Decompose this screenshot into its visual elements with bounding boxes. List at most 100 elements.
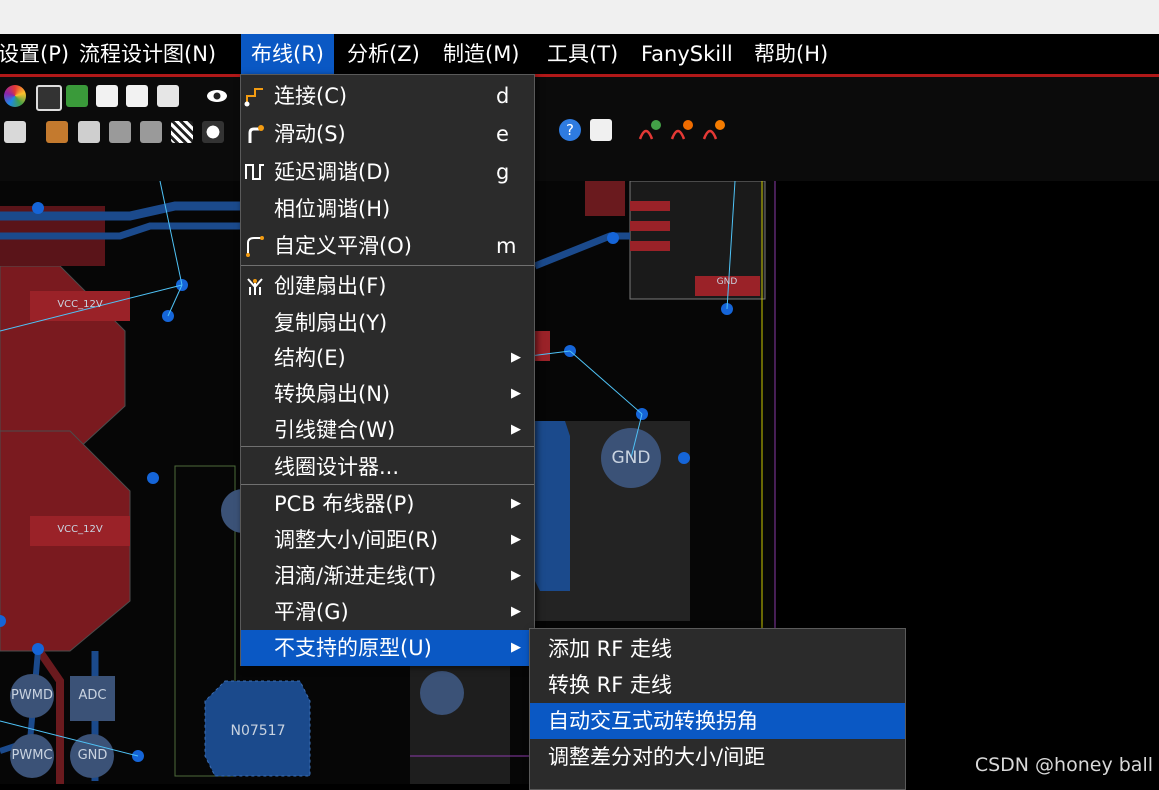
fanout-icon (247, 278, 263, 295)
adc-label: ADC (78, 688, 107, 703)
settings-report-icon[interactable] (157, 85, 179, 107)
submenu-add-rf-trace[interactable]: 添加 RF 走线 (530, 631, 905, 667)
convert-rf-trace-label: 转换 RF 走线 (548, 673, 673, 697)
menu-flow-design[interactable]: 流程设计图(N) (69, 34, 226, 74)
route-menu-structure[interactable]: 结构(E) ▶ (241, 340, 534, 376)
prototype-submenu: 添加 RF 走线 转换 RF 走线 自动交互式动转换拐角 调整差分对的大小/间距 (529, 628, 906, 790)
n07517-label: N07517 (230, 723, 286, 739)
submenu-arrow-icon: ▶ (511, 386, 521, 401)
toolbar: ? (0, 77, 1159, 181)
submenu-arrow-icon: ▶ (511, 568, 521, 583)
toolbar-row-2: ? (0, 115, 1159, 149)
add-rf-icon[interactable] (638, 119, 661, 141)
route-menu-slide[interactable]: 滑动(S) e (241, 116, 534, 152)
route-menu-teardrop[interactable]: 泪滴/渐进走线(T) ▶ (241, 558, 534, 594)
slide-shortcut: e (496, 122, 509, 146)
camera-icon[interactable] (4, 121, 26, 143)
slide-icon (248, 125, 264, 143)
menu-fanyskill[interactable]: FanySkill (631, 34, 743, 74)
submenu-arrow-icon: ▶ (511, 350, 521, 365)
watermark: CSDN @honey ball (974, 754, 1153, 776)
submenu-auto-interactive-corner[interactable]: 自动交互式动转换拐角 (530, 703, 905, 739)
delay-tune-shortcut: g (496, 160, 510, 184)
resize-spacing-label: 调整大小/间距(R) (274, 528, 439, 552)
auto-interactive-corner-label: 自动交互式动转换拐角 (548, 709, 758, 733)
window-title-strip (0, 0, 1159, 34)
structure-label: 结构(E) (274, 346, 346, 370)
route-menu-coil-designer[interactable]: 线圈设计器... (241, 449, 534, 485)
menu-manufacture[interactable]: 制造(M) (433, 34, 530, 74)
pwmd-label: PWMD (11, 688, 53, 703)
submenu-arrow-icon: ▶ (511, 532, 521, 547)
report-icon[interactable] (96, 85, 118, 107)
connect-shortcut: d (496, 84, 510, 108)
route-menu-create-fanout[interactable]: 创建扇出(F) (241, 268, 534, 304)
layers-icon[interactable] (66, 85, 88, 107)
submenu-convert-rf-trace[interactable]: 转换 RF 走线 (530, 667, 905, 703)
comment-icon[interactable] (590, 119, 612, 141)
dots-icon[interactable] (202, 121, 224, 143)
rename-icon[interactable] (46, 121, 68, 143)
menu-analyze[interactable]: 分析(Z) (337, 34, 430, 74)
grid-icon[interactable] (109, 121, 131, 143)
chart-report-icon[interactable] (126, 85, 148, 107)
route-menu-unsupported-prototypes[interactable]: 不支持的原型(U) ▶ (241, 630, 534, 666)
menu-help[interactable]: 帮助(H) (744, 34, 838, 74)
custom-smooth-label: 自定义平滑(O) (274, 234, 412, 258)
route-menu-pcb-router[interactable]: PCB 布线器(P) ▶ (241, 486, 534, 522)
diff-pair-resize-label: 调整差分对的大小/间距 (548, 745, 766, 769)
route-menu-convert-fanout[interactable]: 转换扇出(N) ▶ (241, 376, 534, 412)
pad-grid-icon[interactable] (140, 121, 162, 143)
route-menu-smooth[interactable]: 平滑(G) ▶ (241, 594, 534, 630)
rf-settings-icon[interactable] (702, 119, 725, 141)
submenu-arrow-icon: ▶ (511, 640, 521, 655)
submenu-arrow-icon: ▶ (511, 604, 521, 619)
route-menu-delay-tune[interactable]: 延迟调谐(D) g (241, 154, 534, 190)
phase-tune-label: 相位调谐(H) (274, 197, 391, 221)
route-menu-custom-smooth[interactable]: 自定义平滑(O) m (241, 228, 534, 264)
gnd-small-label: GND (77, 748, 108, 763)
delay-tune-icon (245, 164, 264, 180)
eye-icon[interactable] (206, 85, 228, 107)
gnd-tag-label: GND (716, 277, 738, 287)
edit-rf-icon[interactable] (670, 119, 693, 141)
menu-bar: 设置(P) 流程设计图(N) 布线(R) 分析(Z) 制造(M) 工具(T) F… (0, 34, 1159, 77)
route-menu-resize-spacing[interactable]: 调整大小/间距(R) ▶ (241, 522, 534, 558)
route-menu-copy-fanout[interactable]: 复制扇出(Y) (241, 305, 534, 341)
smooth-label: 平滑(G) (274, 600, 349, 624)
slide-label: 滑动(S) (274, 122, 346, 146)
teardrop-label: 泪滴/渐进走线(T) (274, 564, 437, 588)
menu-tools[interactable]: 工具(T) (537, 34, 628, 74)
pattern-icon[interactable] (171, 121, 193, 143)
color-icon[interactable] (4, 85, 26, 107)
route-menu-wire-bond[interactable]: 引线键合(W) ▶ (241, 412, 534, 448)
separator (241, 446, 534, 447)
submenu-arrow-icon: ▶ (511, 496, 521, 511)
submenu-arrow-icon: ▶ (511, 422, 521, 437)
unsupported-prototypes-label: 不支持的原型(U) (274, 636, 432, 660)
vcc-label-1: VCC_12V (57, 299, 103, 310)
menu-settings[interactable]: 设置(P) (0, 34, 79, 74)
submenu-diff-pair-resize[interactable]: 调整差分对的大小/间距 (530, 739, 905, 775)
pcb-router-label: PCB 布线器(P) (274, 492, 415, 516)
convert-fanout-label: 转换扇出(N) (274, 382, 391, 406)
toolbar-row-1 (0, 81, 1159, 115)
copy-fanout-label: 复制扇出(Y) (274, 311, 388, 335)
help-icon[interactable]: ? (559, 119, 581, 141)
route-menu-phase-tune[interactable]: 相位调谐(H) (241, 191, 534, 227)
route-menu-connect[interactable]: 连接(C) d (241, 78, 534, 114)
coil-designer-label: 线圈设计器... (274, 455, 400, 479)
custom-smooth-shortcut: m (496, 234, 517, 258)
separator (241, 265, 534, 266)
tag-icon[interactable] (78, 121, 100, 143)
wire-bond-label: 引线键合(W) (274, 418, 396, 442)
connect-label: 连接(C) (274, 84, 348, 108)
separator (241, 484, 534, 485)
menu-route[interactable]: 布线(R) (241, 34, 334, 74)
vcc-label-2: VCC_12V (57, 524, 103, 535)
custom-smooth-icon (246, 236, 264, 257)
connect-icon (244, 88, 263, 107)
route-menu: 连接(C) d 滑动(S) e 延迟调谐(D) g 相位调谐(H) 自定义平滑(… (240, 74, 535, 666)
shadow-icon[interactable] (36, 85, 62, 111)
delay-tune-label: 延迟调谐(D) (274, 160, 391, 184)
